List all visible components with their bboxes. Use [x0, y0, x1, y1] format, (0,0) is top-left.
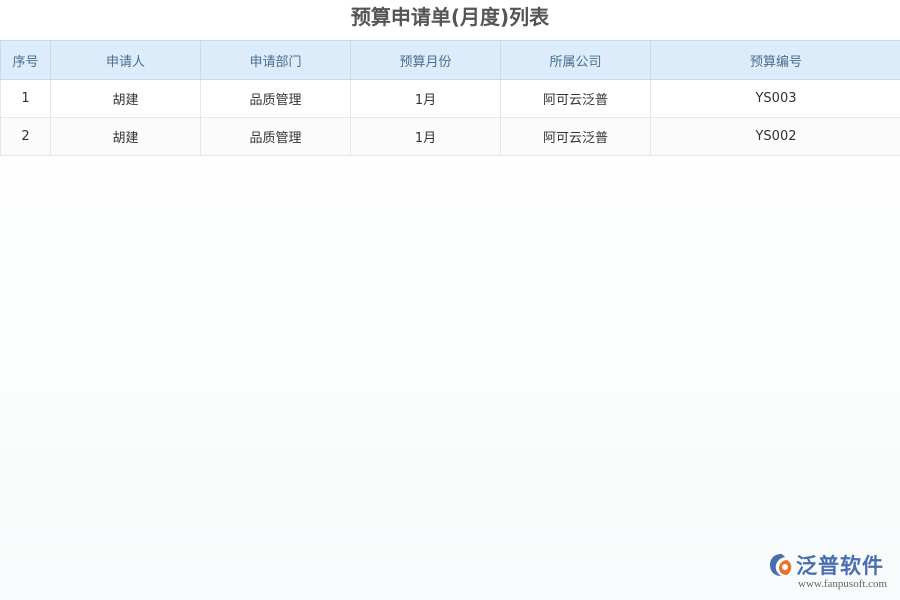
column-header-department[interactable]: 申请部门 — [201, 41, 351, 80]
cell-budget-number: YS003 — [651, 80, 900, 118]
cell-department: 品质管理 — [201, 118, 351, 156]
table-header-row: 序号 申请人 申请部门 预算月份 所属公司 预算编号 — [1, 41, 900, 80]
cell-department: 品质管理 — [201, 80, 351, 118]
column-header-applicant[interactable]: 申请人 — [51, 41, 201, 80]
cell-budget-month: 1月 — [351, 118, 501, 156]
brand-logo: 泛普软件 www.fanpusoft.com — [768, 550, 890, 594]
budget-request-table: 序号 申请人 申请部门 预算月份 所属公司 预算编号 1 胡建 品质管理 1月 … — [0, 40, 900, 156]
column-header-budget-number[interactable]: 预算编号 — [651, 41, 900, 80]
cell-index: 1 — [1, 80, 51, 118]
fanpu-logo-icon — [768, 552, 794, 578]
table-row[interactable]: 2 胡建 品质管理 1月 阿可云泛普 YS002 — [1, 118, 900, 156]
brand-name: 泛普软件 — [796, 550, 884, 580]
cell-company: 阿可云泛普 — [501, 118, 651, 156]
column-header-index[interactable]: 序号 — [1, 41, 51, 80]
cell-budget-number: YS002 — [651, 118, 900, 156]
column-header-company[interactable]: 所属公司 — [501, 41, 651, 80]
cell-index: 2 — [1, 118, 51, 156]
cell-applicant: 胡建 — [51, 118, 201, 156]
budget-request-table-container: 序号 申请人 申请部门 预算月份 所属公司 预算编号 1 胡建 品质管理 1月 … — [0, 40, 900, 156]
cell-company: 阿可云泛普 — [501, 80, 651, 118]
cell-applicant: 胡建 — [51, 80, 201, 118]
table-row[interactable]: 1 胡建 品质管理 1月 阿可云泛普 YS003 — [1, 80, 900, 118]
column-header-budget-month[interactable]: 预算月份 — [351, 41, 501, 80]
cell-budget-month: 1月 — [351, 80, 501, 118]
page-title: 预算申请单(月度)列表 — [0, 0, 900, 36]
brand-url: www.fanpusoft.com — [798, 578, 887, 590]
